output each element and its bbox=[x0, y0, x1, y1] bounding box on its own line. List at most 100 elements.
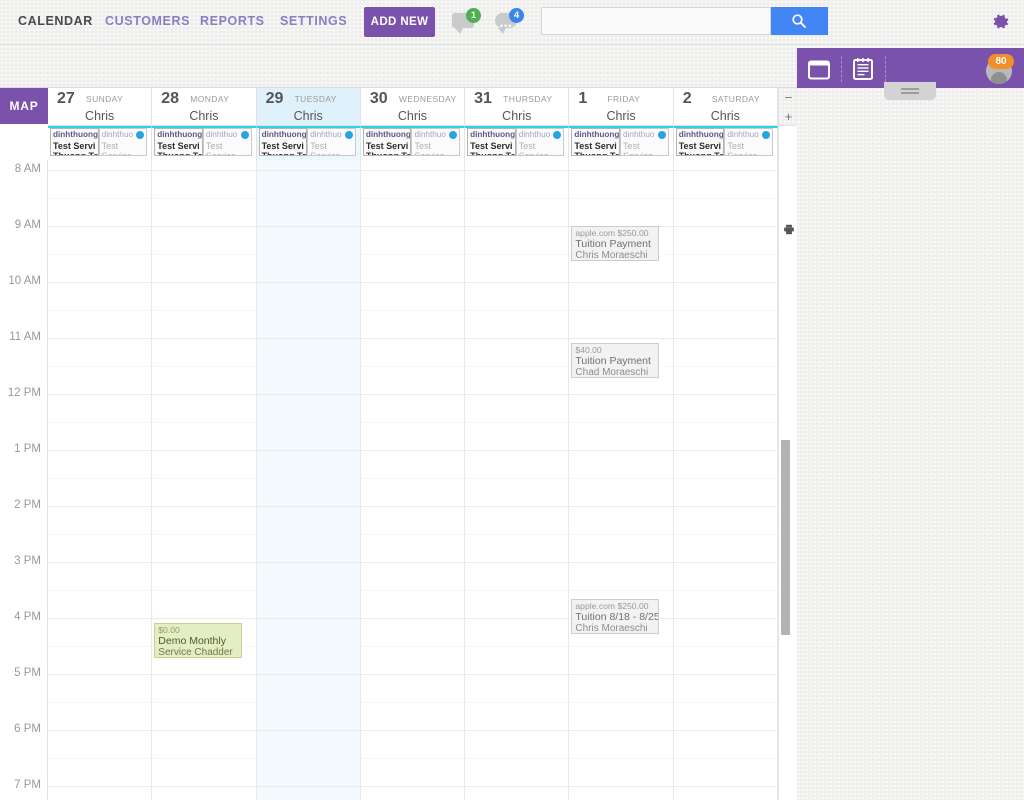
hour-line bbox=[360, 786, 465, 787]
day-header-monday[interactable]: 28 MONDAY Chris bbox=[152, 88, 257, 126]
day-name: MONDAY bbox=[190, 94, 230, 104]
day-header-sunday[interactable]: 27 SUNDAY Chris bbox=[48, 88, 153, 126]
all-day-event[interactable]: dinhthuo Test Service bbox=[98, 128, 148, 156]
day-name: TUESDAY bbox=[294, 94, 337, 104]
event-line-1: dinhthuong( bbox=[365, 130, 412, 139]
day-header-thursday[interactable]: 31 THURSDAY Chris bbox=[465, 88, 570, 126]
all-day-cell[interactable]: dinhthuong(Test Servi Thuong Te dinhthuo Te… bbox=[465, 126, 570, 160]
calendar-scrollbar-thumb[interactable] bbox=[781, 440, 790, 635]
event-line-2: Test bbox=[101, 140, 119, 151]
all-day-event[interactable]: dinhthuong(Test Servi Thuong Te bbox=[571, 128, 621, 156]
hour-line bbox=[673, 226, 777, 227]
calendar-view: MAP 27 SUNDAY Chris 28 MONDAY Chris 29 TUESDAY C… bbox=[0, 88, 797, 800]
all-day-event[interactable]: dinhthuo Test Service bbox=[411, 128, 461, 156]
zoom-in-button[interactable]: + bbox=[779, 107, 797, 126]
half-hour-line bbox=[152, 310, 256, 311]
all-day-event[interactable]: dinhthuong(Test Servi Thuong Te bbox=[154, 128, 203, 156]
event-line-1: dinhthuong( bbox=[157, 130, 203, 139]
half-hour-line bbox=[673, 534, 777, 535]
half-hour-line bbox=[673, 590, 777, 591]
half-hour-line bbox=[465, 646, 569, 647]
day-column[interactable] bbox=[673, 160, 778, 800]
search-button[interactable] bbox=[771, 7, 828, 35]
half-hour-line bbox=[360, 310, 465, 311]
calendar-event[interactable]: $40.00 Tuition Payment Chad Moraeschi bbox=[571, 342, 660, 378]
all-day-cell[interactable]: dinhthuong(Test Servi Thuong Te dinhthuo Te… bbox=[152, 126, 257, 160]
half-hour-line bbox=[256, 702, 360, 703]
search-input[interactable] bbox=[541, 7, 771, 35]
nav-link-calendar[interactable]: CALENDAR bbox=[18, 14, 93, 28]
half-hour-line bbox=[569, 534, 673, 535]
all-day-event[interactable]: dinhthuo Test Service bbox=[202, 128, 252, 156]
half-hour-line bbox=[360, 590, 465, 591]
event-line-3: Service bbox=[727, 151, 758, 156]
calendar-scrollbar[interactable] bbox=[780, 160, 792, 800]
event-line-2: Test bbox=[414, 140, 431, 151]
calendar-event[interactable]: $0.00 Demo Monthly Service Chadder bbox=[154, 622, 243, 658]
all-day-event[interactable]: dinhthuong(Test Servi Thuong Te bbox=[362, 128, 412, 156]
day-column[interactable] bbox=[360, 160, 466, 800]
half-hour-line bbox=[152, 422, 256, 423]
hour-line bbox=[360, 618, 465, 619]
hour-line bbox=[152, 394, 256, 395]
calendar-event[interactable]: apple.com $250.00 Tuition Payment Chris Mo… bbox=[571, 226, 660, 261]
event-line-2: Test Servi bbox=[678, 140, 722, 151]
zoom-out-button[interactable]: − bbox=[779, 88, 797, 107]
all-day-cell[interactable]: dinhthuong(Test Servi Thuong Te dinhthuo Te… bbox=[569, 126, 674, 160]
settings-gear-button[interactable] bbox=[991, 12, 1011, 37]
day-column[interactable]: $0.00 Demo Monthly Service Chadder bbox=[152, 160, 257, 800]
day-header-friday[interactable]: 1 FRIDAY Chris bbox=[569, 88, 674, 126]
day-column[interactable] bbox=[48, 160, 153, 800]
half-hour-line bbox=[152, 478, 256, 479]
add-new-button[interactable]: ADD NEW bbox=[364, 7, 435, 37]
all-day-cell[interactable]: dinhthuong(Test Servi Thuong Te dinhthuo Te… bbox=[360, 126, 466, 160]
hour-line bbox=[673, 170, 777, 171]
panel-collapse-handle[interactable] bbox=[884, 82, 936, 100]
all-day-cell[interactable]: dinhthuong(Test Servi Thuong Te dinhthuo Te… bbox=[48, 126, 153, 160]
all-day-cell[interactable]: dinhthuong(Test Servi Thuong Te dinhthuo Te… bbox=[673, 126, 778, 160]
event-line-3: Thuong Te bbox=[470, 151, 516, 156]
map-button[interactable]: MAP bbox=[0, 88, 48, 124]
day-header-wednesday[interactable]: 30 WEDNESDAY Chris bbox=[360, 88, 466, 126]
all-day-event[interactable]: dinhthuo Test Service bbox=[307, 128, 356, 156]
hour-line bbox=[569, 338, 673, 339]
hour-line bbox=[465, 338, 569, 339]
right-panel-tab-notes[interactable] bbox=[841, 56, 886, 82]
zoom-controls: − + bbox=[778, 88, 797, 126]
time-label: 8 AM bbox=[14, 163, 41, 175]
hour-line bbox=[152, 226, 256, 227]
message-notification[interactable]: 1 bbox=[452, 8, 482, 36]
day-column[interactable] bbox=[465, 160, 570, 800]
half-hour-line bbox=[48, 478, 152, 479]
half-hour-line bbox=[569, 646, 673, 647]
day-number: 2 bbox=[682, 90, 692, 107]
calendar-event[interactable]: apple.com $250.00 Tuition 8/18 - 8/25 Chri… bbox=[571, 599, 660, 635]
all-day-event[interactable]: dinhthuo Test Service bbox=[515, 128, 565, 156]
all-day-event[interactable]: dinhthuong(Test Servi Thuong Te bbox=[50, 128, 99, 156]
chat-notification[interactable]: ••• 4 bbox=[495, 8, 525, 36]
day-header-tuesday[interactable]: 29 TUESDAY Chris bbox=[256, 88, 361, 126]
event-title: Tuition 8/18 - 8/25 bbox=[575, 611, 660, 624]
nav-link-customers[interactable]: CUSTOMERS bbox=[105, 14, 190, 28]
hour-line bbox=[673, 618, 777, 619]
right-panel-tab-calendar[interactable] bbox=[797, 56, 842, 82]
half-hour-line bbox=[360, 758, 465, 759]
event-line-2: Test Servi bbox=[157, 140, 200, 151]
all-day-cell[interactable]: dinhthuong(Test Servi Thuong Te dinhthuo Te… bbox=[256, 126, 361, 160]
nav-link-settings[interactable]: SETTINGS bbox=[280, 14, 347, 28]
hour-line bbox=[256, 394, 360, 395]
all-day-event[interactable]: dinhthuo Test Service bbox=[620, 128, 669, 156]
all-day-event[interactable]: dinhthuo Test Service bbox=[724, 128, 773, 156]
time-label: 11 AM bbox=[9, 331, 41, 343]
all-day-event[interactable]: dinhthuong(Test Servi Thuong Te bbox=[675, 128, 725, 156]
half-hour-line bbox=[360, 198, 465, 199]
day-header-saturday[interactable]: 2 SATURDAY Chris bbox=[673, 88, 778, 126]
all-day-event[interactable]: dinhthuong(Test Servi Thuong Te bbox=[467, 128, 516, 156]
event-customer: Chris Moraeschi bbox=[575, 623, 648, 635]
nav-link-reports[interactable]: REPORTS bbox=[200, 14, 265, 28]
day-column[interactable]: apple.com $250.00 Tuition Payment Chris Mo… bbox=[569, 160, 674, 800]
hour-line bbox=[465, 394, 569, 395]
day-column[interactable] bbox=[256, 160, 361, 800]
all-day-event[interactable]: dinhthuong(Test Servi Thuong Te bbox=[258, 128, 308, 156]
gear-icon bbox=[993, 14, 1009, 29]
